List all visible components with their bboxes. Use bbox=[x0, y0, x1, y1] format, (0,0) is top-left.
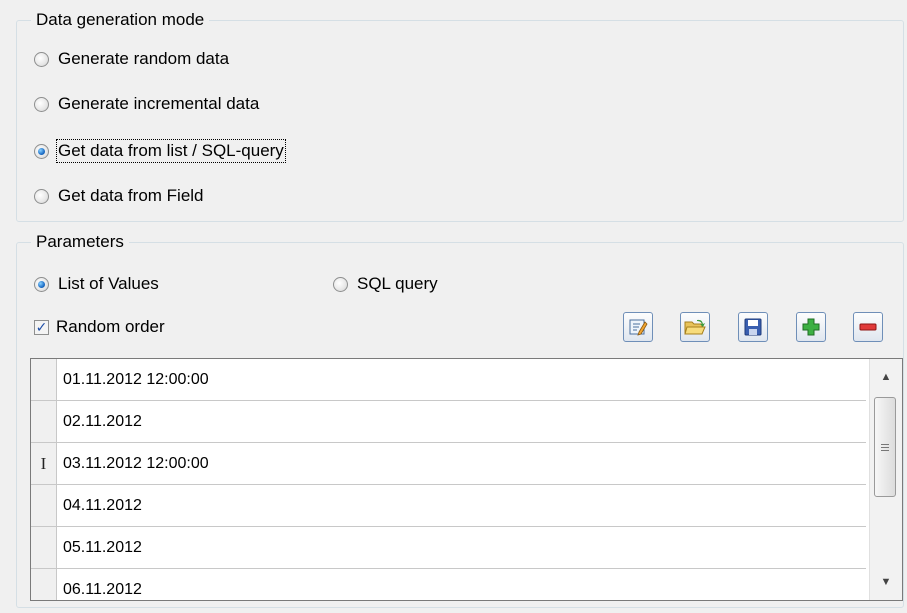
checkbox-label: Random order bbox=[56, 317, 165, 336]
radio-generate-random[interactable]: Generate random data bbox=[34, 47, 229, 71]
row-indicator[interactable] bbox=[31, 359, 57, 400]
edit-button[interactable] bbox=[623, 312, 653, 342]
table-row[interactable]: 05.11.2012 bbox=[31, 527, 866, 569]
row-indicator[interactable] bbox=[31, 527, 57, 568]
table-row[interactable]: 01.11.2012 12:00:00 bbox=[31, 359, 866, 401]
grip-icon bbox=[881, 443, 889, 451]
open-button[interactable] bbox=[680, 312, 710, 342]
scroll-up-icon[interactable]: ▲ bbox=[870, 361, 902, 393]
save-button[interactable] bbox=[738, 312, 768, 342]
radio-generate-incremental[interactable]: Generate incremental data bbox=[34, 92, 259, 116]
table-row[interactable]: 06.11.2012 bbox=[31, 569, 866, 600]
add-button[interactable] bbox=[796, 312, 826, 342]
radio-button[interactable] bbox=[34, 51, 49, 67]
radio-button[interactable] bbox=[34, 143, 49, 159]
table-row[interactable]: 04.11.2012 bbox=[31, 485, 866, 527]
remove-button[interactable] bbox=[853, 312, 883, 342]
radio-get-from-field[interactable]: Get data from Field bbox=[34, 184, 204, 208]
radio-button[interactable] bbox=[34, 96, 49, 112]
table-row[interactable]: I 03.11.2012 12:00:00 bbox=[31, 443, 866, 485]
save-icon bbox=[744, 318, 762, 336]
row-indicator[interactable] bbox=[31, 401, 57, 442]
row-indicator[interactable] bbox=[31, 485, 57, 526]
value-cell[interactable]: 05.11.2012 bbox=[63, 527, 142, 568]
radio-button[interactable] bbox=[34, 188, 49, 204]
value-cell[interactable]: 04.11.2012 bbox=[63, 485, 142, 526]
values-grid[interactable]: 01.11.2012 12:00:00 02.11.2012 I 03.11.2… bbox=[30, 358, 903, 601]
scroll-thumb[interactable] bbox=[874, 397, 896, 497]
value-cell[interactable]: 03.11.2012 12:00:00 bbox=[63, 443, 209, 484]
remove-icon bbox=[859, 323, 877, 331]
value-cell[interactable]: 02.11.2012 bbox=[63, 401, 142, 442]
radio-button[interactable] bbox=[333, 276, 348, 292]
radio-get-from-list[interactable]: Get data from list / SQL-query bbox=[34, 139, 286, 163]
parameters-title: Parameters bbox=[31, 231, 129, 253]
radio-list-of-values[interactable]: List of Values bbox=[34, 272, 159, 296]
scroll-down-icon[interactable]: ▼ bbox=[870, 566, 902, 598]
table-row[interactable]: 02.11.2012 bbox=[31, 401, 866, 443]
value-cell[interactable]: 01.11.2012 12:00:00 bbox=[63, 359, 209, 400]
radio-label: List of Values bbox=[58, 274, 159, 293]
add-icon bbox=[802, 318, 820, 336]
radio-label: Generate incremental data bbox=[58, 94, 260, 113]
open-folder-icon bbox=[684, 319, 706, 335]
value-cell[interactable]: 06.11.2012 bbox=[63, 569, 142, 600]
vertical-scrollbar[interactable]: ▲ ▼ bbox=[869, 359, 902, 600]
generation-mode-title: Data generation mode bbox=[31, 9, 210, 31]
checkbox[interactable]: ✓ bbox=[34, 319, 49, 335]
radio-label: Get data from Field bbox=[58, 186, 204, 205]
row-indicator[interactable]: I bbox=[31, 443, 57, 484]
radio-button[interactable] bbox=[34, 276, 49, 292]
radio-sql-query[interactable]: SQL query bbox=[333, 272, 438, 296]
random-order-checkbox[interactable]: ✓ Random order bbox=[34, 315, 165, 339]
radio-label: SQL query bbox=[357, 274, 438, 293]
edit-icon bbox=[629, 319, 648, 336]
radio-label: Get data from list / SQL-query bbox=[56, 139, 286, 163]
radio-label: Generate random data bbox=[58, 49, 230, 68]
row-indicator[interactable] bbox=[31, 569, 57, 600]
